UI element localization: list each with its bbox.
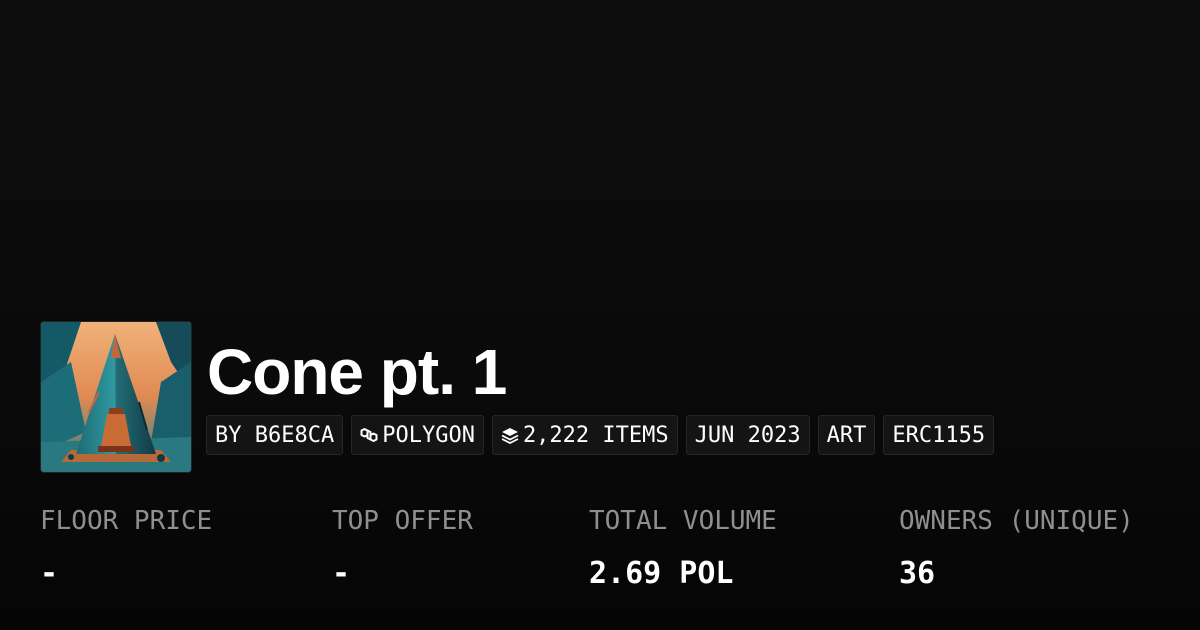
total-volume-stat: TOTAL VOLUME 2.69 POL	[589, 505, 777, 591]
floor-price-label: FLOOR PRICE	[40, 506, 213, 536]
total-volume-value: 2.69 POL	[589, 556, 734, 591]
items-tag[interactable]: 2,222 ITEMS	[491, 415, 678, 455]
category-tag[interactable]: ART	[817, 415, 876, 455]
floor-price-value: -	[40, 556, 59, 591]
items-tag-label: 2,222 ITEMS	[522, 422, 669, 448]
collection-title: Cone pt. 1	[207, 336, 507, 408]
creator-tag-label: BY B6E8CA	[215, 422, 335, 448]
collection-tags: BY B6E8CA POLYGON 2,222 ITEMS JUN 2023 A…	[206, 415, 995, 455]
top-offer-value: -	[332, 556, 351, 591]
floor-price-stat: FLOOR PRICE -	[40, 505, 212, 591]
chain-tag[interactable]: POLYGON	[351, 415, 484, 455]
owners-value: 36	[899, 556, 936, 591]
owners-label: OWNERS (UNIQUE)	[899, 506, 1134, 536]
standard-tag: ERC1155	[883, 415, 995, 455]
collection-thumbnail	[40, 321, 192, 473]
chain-tag-label: POLYGON	[382, 422, 475, 448]
creator-tag[interactable]: BY B6E8CA	[206, 415, 344, 455]
total-volume-label: TOTAL VOLUME	[589, 506, 777, 536]
layers-icon	[501, 426, 519, 444]
cone-artwork-image	[41, 322, 191, 472]
date-tag: JUN 2023	[685, 415, 810, 455]
category-tag-label: ART	[826, 422, 867, 448]
date-tag-label: JUN 2023	[694, 422, 801, 448]
polygon-link-icon	[360, 426, 378, 444]
standard-tag-label: ERC1155	[892, 422, 986, 448]
top-offer-label: TOP OFFER	[332, 506, 473, 536]
top-offer-stat: TOP OFFER -	[332, 505, 473, 591]
owners-stat: OWNERS (UNIQUE) 36	[899, 505, 1134, 591]
